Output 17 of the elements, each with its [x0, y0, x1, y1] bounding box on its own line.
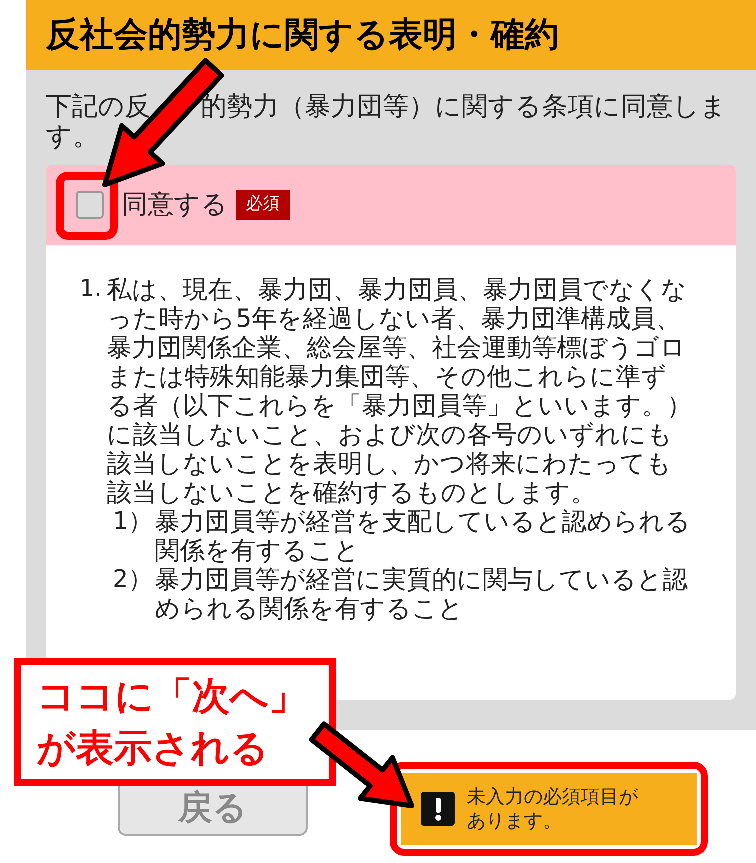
description-text: す。 — [46, 122, 99, 152]
annotation-text: ココに「次へ」 — [37, 673, 307, 720]
subitem-number: 2） — [113, 565, 154, 595]
term-number: 1. — [80, 275, 103, 304]
required-badge: 必須 — [236, 190, 290, 220]
term-text: 私は、現在、暴力団、暴力団員、暴力団員でなくなった時から5年を経過しない者、暴力団準構成員、暴力団関係企業、総会屋等、社会運動等標ぼうゴロまたは特殊知能暴力集団等、その他これらに準ずる者（以下これらを「暴力団員等」といいます。）に該当しないこと、および次の各号のいずれにも該当しないことを表明し、かつ将来にわたっても該当しないことを確約するものとします。 — [107, 275, 692, 507]
page-title: 反社会的勢力に関する表明・確約 — [46, 18, 559, 52]
agree-checkbox[interactable] — [76, 191, 104, 219]
alert-icon — [421, 792, 455, 826]
agree-label: 同意する — [122, 188, 228, 222]
subitem-text: 暴力団員等が経営に実質的に関与していると認められる関係を有すること — [155, 565, 689, 623]
subitem-number: 1） — [113, 507, 154, 537]
description-text: 下記の反 — [46, 92, 151, 122]
annotation-text: が表示される — [37, 725, 269, 772]
subitem-text: 暴力団員等が経営を支配していると認められる関係を有すること — [155, 507, 692, 565]
warning-text: 未入力の必須項目があります。 — [467, 785, 640, 833]
description-text: 的勢力（暴力団等）に関する条項に同意しま — [201, 92, 727, 122]
